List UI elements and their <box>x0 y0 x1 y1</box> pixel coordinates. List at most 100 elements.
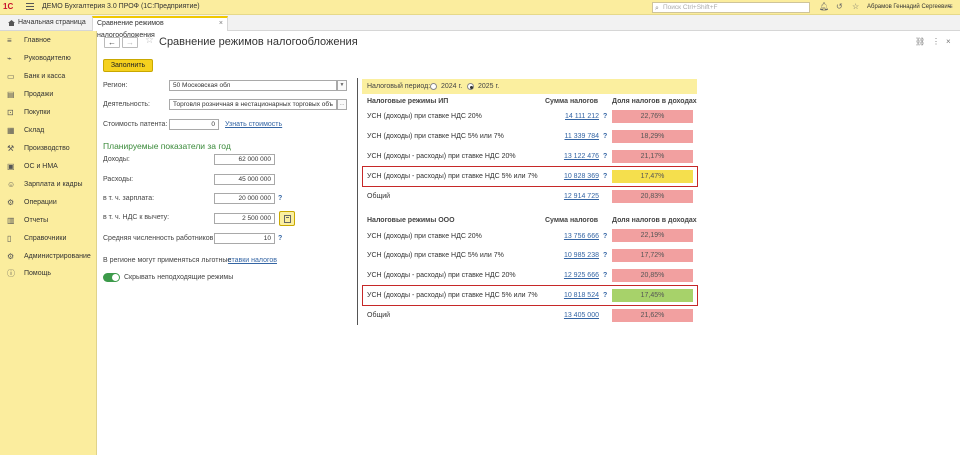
sidebar-item-operations[interactable]: ⚙ Операции <box>0 195 97 211</box>
ip-row-help[interactable]: ? <box>603 113 607 120</box>
ooo-row-sum[interactable]: 13 756 666 <box>539 233 599 240</box>
book-icon: ▯ <box>7 234 12 243</box>
panel-divider <box>357 78 358 325</box>
ip-row-label: УСН (доходы - расходы) при ставке НДС 20… <box>367 153 516 160</box>
workers-field[interactable]: 10 <box>214 233 275 244</box>
ooo-header-sum: Сумма налогов <box>545 217 599 224</box>
app-title: ДЕМО Бухгалтерия 3.0 ПРОФ (1С:Предприяти… <box>42 3 200 10</box>
settings-menu-icon[interactable]: ≡ <box>948 3 953 11</box>
sidebar-item-assets[interactable]: ▣ ОС и НМА <box>0 159 97 175</box>
ip-row-sum[interactable]: 13 122 476 <box>539 153 599 160</box>
tax-rates-link[interactable]: ставки налогов <box>228 257 277 264</box>
ooo-row-help[interactable]: ? <box>603 233 607 240</box>
calculator-icon <box>284 215 291 223</box>
ooo-row-label: УСН (доходы - расходы) при ставке НДС 20… <box>367 272 516 279</box>
global-search-input[interactable]: ⌕ Поиск Ctrl+Shift+F <box>652 2 810 13</box>
hide-unsuitable-toggle[interactable] <box>103 273 120 282</box>
sidebar-item-purchases[interactable]: ⊡ Покупки <box>0 105 97 121</box>
operations-icon: ⚙ <box>7 198 15 207</box>
sidebar-item-payroll[interactable]: ☺ Зарплата и кадры <box>0 177 97 193</box>
sidebar-item-label: Главное <box>24 37 51 44</box>
salary-help[interactable]: ? <box>278 195 282 202</box>
favorites-icon[interactable]: ☆ <box>852 3 859 11</box>
ooo-row-sum[interactable]: 12 925 666 <box>539 272 599 279</box>
bell-icon[interactable]: 🔔︎ <box>819 3 829 11</box>
ip-row-label: Общий <box>367 193 391 200</box>
sidebar-item-admin[interactable]: ⚙ Администрирование <box>0 249 97 265</box>
activity-dropdown-button[interactable]: … <box>337 99 347 110</box>
menu-icon: ≡ <box>7 36 12 45</box>
ip-row-sum[interactable]: 10 828 369 <box>539 173 599 180</box>
back-button[interactable]: ← <box>104 37 120 48</box>
workers-help[interactable]: ? <box>278 235 282 242</box>
ip-row-label: УСН (доходы) при ставке НДС 5% или 7% <box>367 133 504 140</box>
planned-section-title: Планируемые показатели за год <box>103 141 231 151</box>
sidebar-item-reports[interactable]: ▥ Отчеты <box>0 213 97 229</box>
ooo-row-help[interactable]: ? <box>603 252 607 259</box>
income-label: Доходы: <box>103 156 130 163</box>
favorite-star-icon[interactable]: ☆ <box>145 35 154 46</box>
tab-tax-comparison[interactable]: Сравнение режимов налогообложения × <box>92 16 228 39</box>
ip-row-help[interactable]: ? <box>603 153 607 160</box>
patent-cost-link[interactable]: Узнать стоимость <box>225 121 282 128</box>
close-tab-icon[interactable]: × <box>219 18 223 30</box>
sidebar-item-bank[interactable]: ▭ Банк и касса <box>0 69 97 85</box>
main-menu-icon[interactable] <box>26 3 34 11</box>
calculator-button[interactable] <box>279 211 295 226</box>
region-field[interactable]: 50 Московская обл <box>169 80 337 91</box>
sidebar-item-main[interactable]: ≡ Главное <box>0 33 97 49</box>
sidebar-item-label: Руководителю <box>24 55 71 62</box>
ooo-row-sum[interactable]: 13 405 000 <box>539 312 599 319</box>
activity-label: Деятельность: <box>103 101 151 108</box>
more-icon[interactable]: ⋮ <box>932 37 940 46</box>
link-icon[interactable]: ⛓ <box>915 37 925 46</box>
ip-header-regime: Налоговые режимы ИП <box>367 98 449 105</box>
ip-row-help[interactable]: ? <box>603 133 607 140</box>
ooo-row-help[interactable]: ? <box>603 272 607 279</box>
ooo-row-help[interactable]: ? <box>603 292 607 299</box>
cart-icon: ⊡ <box>7 108 14 117</box>
period-2025-radio[interactable] <box>467 83 474 90</box>
sidebar-item-label: Помощь <box>24 270 52 277</box>
chart-icon: ⌁ <box>7 54 12 63</box>
factory-icon: ⚒ <box>7 144 15 153</box>
sidebar-item-catalogs[interactable]: ▯ Справочники <box>0 231 97 247</box>
ooo-row-sum[interactable]: 10 985 238 <box>539 252 599 259</box>
user-name[interactable]: Абрамов Геннадий Сергеевич <box>867 4 951 10</box>
region-dropdown-button[interactable]: ▼ <box>337 80 347 91</box>
ooo-row-share: 22,19% <box>612 229 693 242</box>
ip-row-sum[interactable]: 12 914 725 <box>539 193 599 200</box>
tab-home[interactable]: Начальная страница <box>4 16 90 31</box>
activity-field[interactable]: Торговля розничная в нестационарных торг… <box>169 99 337 110</box>
sidebar-item-sales[interactable]: ▤ Продажи <box>0 87 97 103</box>
forward-button[interactable]: → <box>122 37 138 48</box>
sidebar-item-label: Отчеты <box>24 217 49 224</box>
region-label: Регион: <box>103 82 128 89</box>
vat-deduction-field[interactable]: 2 500 000 <box>214 213 275 224</box>
sidebar-item-production[interactable]: ⚒ Производство <box>0 141 97 157</box>
page-title: Сравнение режимов налогообложения <box>159 36 358 48</box>
ip-row-sum[interactable]: 11 339 784 <box>539 133 599 140</box>
patent-cost-field[interactable]: 0 <box>169 119 219 130</box>
fill-button[interactable]: Заполнить <box>103 59 153 72</box>
sidebar-item-help[interactable]: ⓘ Помощь <box>0 266 97 282</box>
ooo-row-label: УСН (доходы - расходы) при ставке НДС 5%… <box>367 292 538 299</box>
history-icon[interactable]: ↺ <box>836 3 843 11</box>
help-icon: ⓘ <box>7 269 15 278</box>
ip-row-label: УСН (доходы - расходы) при ставке НДС 5%… <box>367 173 538 180</box>
ip-row-help[interactable]: ? <box>603 173 607 180</box>
salary-field[interactable]: 20 000 000 <box>214 193 275 204</box>
period-2024-radio[interactable] <box>430 83 437 90</box>
ip-row-sum[interactable]: 14 111 212 <box>539 113 599 120</box>
ooo-row-sum[interactable]: 10 818 524 <box>539 292 599 299</box>
sidebar-item-warehouse[interactable]: ▦ Склад <box>0 123 97 139</box>
ooo-row-label: УСН (доходы) при ставке НДС 5% или 7% <box>367 252 504 259</box>
sidebar-item-label: Зарплата и кадры <box>24 181 83 188</box>
expenses-field[interactable]: 45 000 000 <box>214 174 275 185</box>
ip-row-share: 18,29% <box>612 130 693 143</box>
close-form-icon[interactable]: × <box>946 37 951 46</box>
sidebar-item-manager[interactable]: ⌁ Руководителю <box>0 51 97 67</box>
ooo-row-share: 17,72% <box>612 249 693 262</box>
sidebar-item-label: Производство <box>24 145 70 152</box>
income-field[interactable]: 62 000 000 <box>214 154 275 165</box>
